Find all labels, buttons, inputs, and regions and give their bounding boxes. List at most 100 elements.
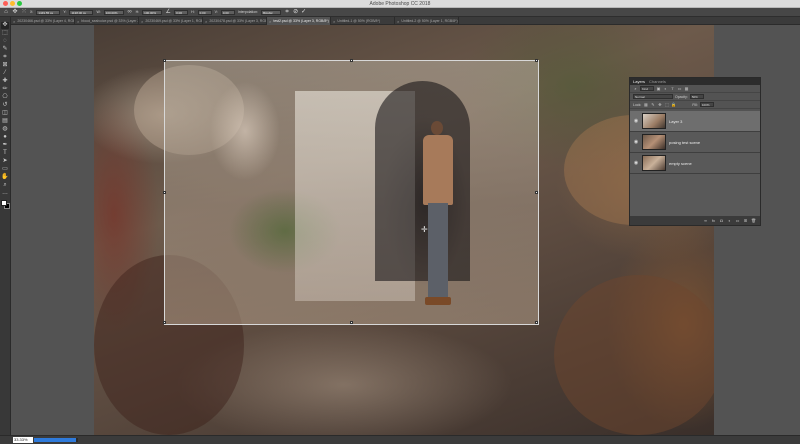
commit-icon[interactable]: ✓ (301, 9, 306, 15)
gradient-tool-icon[interactable]: ▤ (1, 118, 9, 125)
transform-handle-top-right[interactable] (535, 59, 538, 62)
tab-channels[interactable]: Channels (649, 79, 666, 84)
v-skew-field[interactable]: 0.00 (220, 9, 235, 15)
zoom-field[interactable]: 33.33% (13, 437, 33, 443)
document-canvas[interactable]: ✛ (94, 25, 714, 435)
opacity-label: Opacity: (675, 94, 688, 99)
smart-filter-icon[interactable]: ▦ (684, 86, 689, 91)
lock-paint-icon[interactable]: ✎ (650, 102, 655, 107)
transform-handle-top-left[interactable] (163, 59, 166, 62)
fx-icon[interactable]: fx (711, 218, 716, 223)
pen-tool-icon[interactable]: ✒ (1, 142, 9, 149)
type-filter-icon[interactable]: T (670, 86, 675, 91)
trash-icon[interactable]: 🗑 (751, 218, 756, 223)
close-tab-icon[interactable]: × (77, 19, 79, 24)
path-select-tool-icon[interactable]: ➤ (1, 158, 9, 165)
new-layer-icon[interactable]: ⊞ (743, 218, 748, 223)
adjustment-icon[interactable]: ◐ (727, 218, 732, 223)
layer-row[interactable]: ◉ empty scene (630, 153, 760, 174)
opacity-field[interactable]: 50% (689, 94, 704, 99)
lock-all-icon[interactable]: 🔒 (671, 102, 676, 107)
pixel-filter-icon[interactable]: ▣ (656, 86, 661, 91)
history-brush-tool-icon[interactable]: ↺ (1, 102, 9, 109)
transform-handle-bottom-right[interactable] (535, 321, 538, 324)
hand-tool-icon[interactable]: ✋ (1, 174, 9, 181)
dodge-tool-icon[interactable]: ● (1, 134, 9, 141)
healing-tool-icon[interactable]: ✚ (1, 78, 9, 85)
close-tab-icon[interactable]: × (141, 19, 143, 24)
document-tabs: × 20230466.psd @ 33% (Layer 4, RGB/8*) × bl… (11, 17, 800, 25)
visibility-eye-icon[interactable]: ◉ (633, 160, 639, 166)
document-tab[interactable]: × Untitled-2 @ 50% (Layer 1, RGB/8*) (395, 17, 459, 25)
color-swatches[interactable] (0, 200, 10, 209)
document-tab[interactable]: × 20230469.psd @ 33% (Layer 1, RGB/8*) (139, 17, 203, 25)
cancel-icon[interactable]: ⊘ (293, 9, 298, 15)
transform-layer[interactable]: ✛ (163, 59, 539, 325)
eraser-tool-icon[interactable]: ◫ (1, 110, 9, 117)
kind-select[interactable]: Kind (640, 86, 654, 91)
close-tab-icon[interactable]: × (205, 19, 207, 24)
frame-tool-icon[interactable]: ⊠ (1, 62, 9, 69)
blur-tool-icon[interactable]: ◍ (1, 126, 9, 133)
lock-pixels-icon[interactable]: ▦ (643, 102, 648, 107)
shape-filter-icon[interactable]: ▭ (677, 86, 682, 91)
lock-artboard-icon[interactable]: ⬚ (664, 102, 669, 107)
blend-mode-select[interactable]: Normal (633, 94, 673, 99)
width-field[interactable]: 100.00% (103, 9, 124, 15)
y-field[interactable]: 1138.00 px (69, 9, 94, 15)
mores-tool-icon[interactable]: … (1, 190, 9, 197)
close-tab-icon[interactable]: × (13, 19, 15, 24)
lock-row: Lock: ▦ ✎ ✥ ⬚ 🔒 Fill: 100% (630, 101, 760, 109)
x-field[interactable]: 1449.55 px (36, 9, 61, 15)
crop-tool-icon[interactable]: ⌗ (1, 54, 9, 61)
close-tab-icon[interactable]: × (269, 19, 271, 24)
transform-handle-bottom[interactable] (350, 321, 353, 324)
height-field[interactable]: 100.00% (142, 9, 163, 15)
eyedropper-tool-icon[interactable]: ⁄ (1, 70, 9, 77)
home-icon[interactable]: ⌂ (3, 9, 9, 15)
fill-field[interactable]: 100% (699, 102, 714, 107)
mask-icon[interactable]: ◘ (719, 218, 724, 223)
link-icon[interactable]: ∞ (703, 218, 708, 223)
zoom-tool-icon[interactable]: ⌕ (1, 182, 9, 189)
adjustment-filter-icon[interactable]: ◐ (663, 86, 668, 91)
foreground-color-swatch[interactable] (0, 200, 7, 206)
visibility-eye-icon[interactable]: ◉ (633, 118, 639, 124)
lock-move-icon[interactable]: ✥ (657, 102, 662, 107)
transform-handle-right[interactable] (535, 191, 538, 194)
shape-tool-icon[interactable]: ▭ (1, 166, 9, 173)
transform-center-icon[interactable]: ✛ (421, 226, 428, 234)
transform-handle-left[interactable] (163, 191, 166, 194)
document-tab[interactable]: × 20230478.psd @ 33% (Layer 3, RGB/8*) (203, 17, 267, 25)
layer-row[interactable]: ◉ posing test scene (630, 132, 760, 153)
angle-field[interactable]: 0.00 (174, 9, 189, 15)
document-tab[interactable]: ×blood_sealvoice.psd @ 33% (Layer 2, RGB… (75, 17, 139, 25)
move-tool-icon[interactable]: ✥ (1, 22, 9, 29)
brush-tool-icon[interactable]: ✏ (1, 86, 9, 93)
marquee-tool-icon[interactable]: ⬚ (1, 30, 9, 37)
lock-label: Lock: (633, 102, 642, 107)
layer-thumbnail (642, 134, 666, 150)
transform-handle-bottom-left[interactable] (163, 321, 166, 324)
tab-layers[interactable]: Layers (633, 79, 645, 84)
interpolation-select[interactable]: Bicubic (261, 9, 282, 15)
folder-icon[interactable]: ▭ (735, 218, 740, 223)
link-icon[interactable]: ∞ (127, 9, 133, 15)
type-tool-icon[interactable]: T (1, 150, 9, 157)
close-tab-icon[interactable]: × (397, 19, 399, 24)
visibility-eye-icon[interactable]: ◉ (633, 139, 639, 145)
warp-icon[interactable]: ⌗ (284, 9, 290, 15)
document-tab[interactable]: × 20230466.psd @ 33% (Layer 4, RGB/8*) (11, 17, 75, 25)
layer-row[interactable]: ◉ Layer 3 (630, 111, 760, 132)
close-tab-icon[interactable]: × (333, 19, 335, 24)
clone-stamp-tool-icon[interactable]: ⎔ (1, 94, 9, 101)
transform-handle-top[interactable] (350, 59, 353, 62)
move-icon[interactable]: ✥ (12, 9, 18, 15)
quick-select-tool-icon[interactable]: ✎ (1, 46, 9, 53)
reference-point-icon[interactable]: ⁙ (21, 9, 27, 15)
lasso-tool-icon[interactable]: ◌ (1, 38, 9, 45)
document-tab[interactable]: × test2.psd @ 33% (Layer 3, RGB/8*) (267, 17, 331, 25)
h-skew-field[interactable]: 0.00 (197, 9, 212, 15)
search-icon: ⌕ (634, 86, 637, 91)
document-tab[interactable]: × Untitled-1 @ 50% (RGB/8*) (331, 17, 395, 25)
